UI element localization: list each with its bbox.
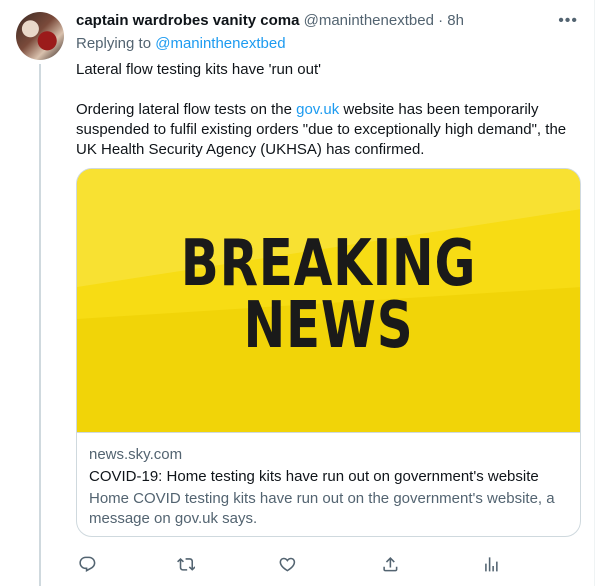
tweet-text-line1: Lateral flow testing kits have 'run out' bbox=[76, 61, 322, 78]
replying-handle-link[interactable]: @maninthenextbed bbox=[155, 35, 285, 52]
reply-button[interactable] bbox=[77, 554, 97, 574]
reply-icon bbox=[78, 556, 96, 572]
share-icon bbox=[382, 556, 398, 572]
tweet-time[interactable]: 8h bbox=[447, 12, 464, 29]
retweet-button[interactable] bbox=[176, 554, 196, 574]
analytics-icon bbox=[484, 556, 498, 572]
card-image[interactable]: BREAKING NEWS bbox=[77, 169, 580, 433]
tweet-text-paragraph2: Ordering lateral flow tests on the gov.u… bbox=[76, 100, 582, 160]
timeline-border bbox=[594, 0, 595, 586]
like-icon bbox=[279, 557, 295, 572]
replying-prefix: Replying to bbox=[76, 35, 152, 52]
card-title[interactable]: COVID-19: Home testing kits have run out… bbox=[89, 467, 568, 487]
user-handle[interactable]: @maninthenextbed bbox=[304, 12, 434, 29]
card-meta: news.sky.com COVID-19: Home testing kits… bbox=[77, 433, 580, 529]
tweet-text: Lateral flow testing kits have 'run out'… bbox=[76, 60, 582, 160]
more-options-icon[interactable]: ••• bbox=[558, 10, 578, 32]
link-preview-card[interactable]: BREAKING NEWS news.sky.com COVID-19: Hom… bbox=[76, 168, 581, 537]
card-domain: news.sky.com bbox=[89, 446, 183, 463]
card-description: Home COVID testing kits have run out on … bbox=[89, 490, 555, 527]
analytics-button[interactable] bbox=[481, 554, 501, 574]
tweet-text-before-link: Ordering lateral flow tests on the bbox=[76, 101, 292, 118]
card-image-news-text: NEWS bbox=[243, 289, 414, 363]
tweet-actions bbox=[76, 554, 582, 576]
replying-to: Replying to @maninthenextbed bbox=[76, 34, 582, 54]
avatar[interactable] bbox=[16, 12, 64, 60]
share-button[interactable] bbox=[380, 554, 400, 574]
time-separator: · bbox=[438, 12, 444, 29]
display-name[interactable]: captain wardrobes vanity coma bbox=[76, 12, 299, 29]
like-button[interactable] bbox=[277, 554, 297, 574]
govuk-link[interactable]: gov.uk bbox=[296, 101, 339, 118]
tweet-content: captain wardrobes vanity coma @maninthen… bbox=[76, 10, 582, 160]
tweet-header: captain wardrobes vanity coma @maninthen… bbox=[76, 10, 582, 32]
retweet-icon bbox=[176, 557, 196, 571]
thread-connector-line bbox=[39, 64, 41, 586]
